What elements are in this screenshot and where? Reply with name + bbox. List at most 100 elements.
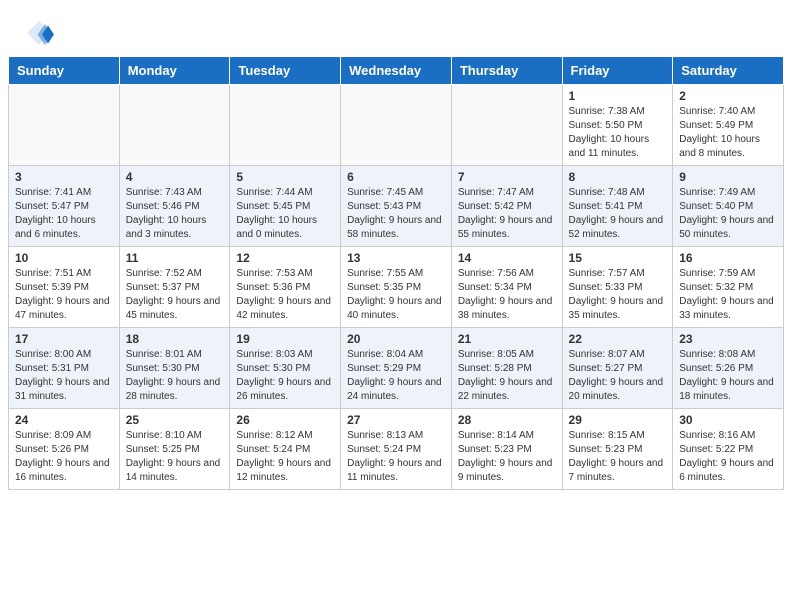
calendar-cell: 11 Sunrise: 7:52 AM Sunset: 5:37 PM Dayli… xyxy=(119,247,230,328)
calendar-cell xyxy=(341,85,452,166)
calendar-cell: 13 Sunrise: 7:55 AM Sunset: 5:35 PM Dayli… xyxy=(341,247,452,328)
day-info: Sunrise: 8:14 AM Sunset: 5:23 PM Dayligh… xyxy=(458,429,556,485)
day-info: Sunrise: 7:40 AM Sunset: 5:49 PM Dayligh… xyxy=(679,105,777,161)
day-header-tuesday: Tuesday xyxy=(230,57,341,85)
calendar-cell: 20Sunrise: 8:04 AM Sunset: 5:29 PM Dayli… xyxy=(341,328,452,409)
logo xyxy=(24,18,58,48)
day-info: Sunrise: 8:12 AM Sunset: 5:24 PM Dayligh… xyxy=(236,429,334,485)
calendar-cell: 21 Sunrise: 8:05 AM Sunset: 5:28 PM Dayli… xyxy=(451,328,562,409)
calendar-cell: 9 Sunrise: 7:49 AM Sunset: 5:40 PM Daylig… xyxy=(673,166,784,247)
day-header-thursday: Thursday xyxy=(451,57,562,85)
day-info: Sunrise: 7:55 AM Sunset: 5:35 PM Dayligh… xyxy=(347,267,445,323)
day-header-wednesday: Wednesday xyxy=(341,57,452,85)
day-number: 15 xyxy=(569,251,667,265)
day-number: 30 xyxy=(679,413,777,427)
day-number: 22 xyxy=(569,332,667,346)
day-header-sunday: Sunday xyxy=(9,57,120,85)
calendar-week-row: 10 Sunrise: 7:51 AM Sunset: 5:39 PM Dayli… xyxy=(9,247,784,328)
day-number: 13 xyxy=(347,251,445,265)
day-info: Sunrise: 8:10 AM Sunset: 5:25 PM Dayligh… xyxy=(126,429,224,485)
day-number: 27 xyxy=(347,413,445,427)
calendar-cell: 8 Sunrise: 7:48 AM Sunset: 5:41 PM Daylig… xyxy=(562,166,673,247)
calendar-week-row: 24Sunrise: 8:09 AM Sunset: 5:26 PM Dayli… xyxy=(9,409,784,490)
day-number: 6 xyxy=(347,170,445,184)
day-info: Sunrise: 7:47 AM Sunset: 5:42 PM Dayligh… xyxy=(458,186,556,242)
day-header-saturday: Saturday xyxy=(673,57,784,85)
day-number: 18 xyxy=(126,332,224,346)
calendar-cell: 29Sunrise: 8:15 AM Sunset: 5:23 PM Dayli… xyxy=(562,409,673,490)
day-info: Sunrise: 7:57 AM Sunset: 5:33 PM Dayligh… xyxy=(569,267,667,323)
calendar-cell: 16 Sunrise: 7:59 AM Sunset: 5:32 PM Dayli… xyxy=(673,247,784,328)
day-number: 19 xyxy=(236,332,334,346)
day-number: 8 xyxy=(569,170,667,184)
calendar-week-row: 17 Sunrise: 8:00 AM Sunset: 5:31 PM Dayli… xyxy=(9,328,784,409)
day-number: 21 xyxy=(458,332,556,346)
day-info: Sunrise: 7:51 AM Sunset: 5:39 PM Dayligh… xyxy=(15,267,113,323)
calendar-cell: 28 Sunrise: 8:14 AM Sunset: 5:23 PM Dayli… xyxy=(451,409,562,490)
logo-icon xyxy=(24,18,54,48)
day-info: Sunrise: 7:52 AM Sunset: 5:37 PM Dayligh… xyxy=(126,267,224,323)
day-info: Sunrise: 7:59 AM Sunset: 5:32 PM Dayligh… xyxy=(679,267,777,323)
calendar-cell: 6 Sunrise: 7:45 AM Sunset: 5:43 PM Daylig… xyxy=(341,166,452,247)
calendar-cell: 10 Sunrise: 7:51 AM Sunset: 5:39 PM Dayli… xyxy=(9,247,120,328)
day-info: Sunrise: 7:41 AM Sunset: 5:47 PM Dayligh… xyxy=(15,186,113,242)
day-info: Sunrise: 7:53 AM Sunset: 5:36 PM Dayligh… xyxy=(236,267,334,323)
day-number: 25 xyxy=(126,413,224,427)
day-info: Sunrise: 8:03 AM Sunset: 5:30 PM Dayligh… xyxy=(236,348,334,404)
day-number: 1 xyxy=(569,89,667,103)
day-number: 4 xyxy=(126,170,224,184)
day-info: Sunrise: 7:49 AM Sunset: 5:40 PM Dayligh… xyxy=(679,186,777,242)
day-number: 5 xyxy=(236,170,334,184)
calendar-cell: 17 Sunrise: 8:00 AM Sunset: 5:31 PM Dayli… xyxy=(9,328,120,409)
day-info: Sunrise: 8:15 AM Sunset: 5:23 PM Dayligh… xyxy=(569,429,667,485)
day-header-monday: Monday xyxy=(119,57,230,85)
day-info: Sunrise: 7:43 AM Sunset: 5:46 PM Dayligh… xyxy=(126,186,224,242)
day-info: Sunrise: 8:13 AM Sunset: 5:24 PM Dayligh… xyxy=(347,429,445,485)
calendar-cell: 25 Sunrise: 8:10 AM Sunset: 5:25 PM Dayli… xyxy=(119,409,230,490)
day-number: 9 xyxy=(679,170,777,184)
day-number: 26 xyxy=(236,413,334,427)
day-info: Sunrise: 7:48 AM Sunset: 5:41 PM Dayligh… xyxy=(569,186,667,242)
calendar-cell: 15 Sunrise: 7:57 AM Sunset: 5:33 PM Dayli… xyxy=(562,247,673,328)
calendar-cell: 4 Sunrise: 7:43 AM Sunset: 5:46 PM Daylig… xyxy=(119,166,230,247)
calendar-cell: 19 Sunrise: 8:03 AM Sunset: 5:30 PM Dayli… xyxy=(230,328,341,409)
day-number: 7 xyxy=(458,170,556,184)
day-number: 3 xyxy=(15,170,113,184)
calendar-table: SundayMondayTuesdayWednesdayThursdayFrid… xyxy=(8,56,784,490)
day-number: 11 xyxy=(126,251,224,265)
day-info: Sunrise: 8:08 AM Sunset: 5:26 PM Dayligh… xyxy=(679,348,777,404)
day-info: Sunrise: 8:16 AM Sunset: 5:22 PM Dayligh… xyxy=(679,429,777,485)
day-info: Sunrise: 7:45 AM Sunset: 5:43 PM Dayligh… xyxy=(347,186,445,242)
calendar-cell: 18Sunrise: 8:01 AM Sunset: 5:30 PM Dayli… xyxy=(119,328,230,409)
calendar-cell: 1 Sunrise: 7:38 AM Sunset: 5:50 PM Daylig… xyxy=(562,85,673,166)
day-info: Sunrise: 7:38 AM Sunset: 5:50 PM Dayligh… xyxy=(569,105,667,161)
day-number: 2 xyxy=(679,89,777,103)
calendar-cell xyxy=(451,85,562,166)
calendar-cell: 27 Sunrise: 8:13 AM Sunset: 5:24 PM Dayli… xyxy=(341,409,452,490)
calendar-cell: 22 Sunrise: 8:07 AM Sunset: 5:27 PM Dayli… xyxy=(562,328,673,409)
day-info: Sunrise: 8:00 AM Sunset: 5:31 PM Dayligh… xyxy=(15,348,113,404)
calendar-cell: 24Sunrise: 8:09 AM Sunset: 5:26 PM Dayli… xyxy=(9,409,120,490)
calendar-cell: 23 Sunrise: 8:08 AM Sunset: 5:26 PM Dayli… xyxy=(673,328,784,409)
day-number: 23 xyxy=(679,332,777,346)
day-number: 20 xyxy=(347,332,445,346)
day-info: Sunrise: 8:07 AM Sunset: 5:27 PM Dayligh… xyxy=(569,348,667,404)
calendar-cell: 2 Sunrise: 7:40 AM Sunset: 5:49 PM Daylig… xyxy=(673,85,784,166)
day-number: 28 xyxy=(458,413,556,427)
day-number: 17 xyxy=(15,332,113,346)
day-info: Sunrise: 8:05 AM Sunset: 5:28 PM Dayligh… xyxy=(458,348,556,404)
calendar-cell: 7 Sunrise: 7:47 AM Sunset: 5:42 PM Daylig… xyxy=(451,166,562,247)
calendar-header-row: SundayMondayTuesdayWednesdayThursdayFrid… xyxy=(9,57,784,85)
day-info: Sunrise: 7:56 AM Sunset: 5:34 PM Dayligh… xyxy=(458,267,556,323)
day-number: 10 xyxy=(15,251,113,265)
page-header xyxy=(0,0,792,56)
calendar-week-row: 1 Sunrise: 7:38 AM Sunset: 5:50 PM Daylig… xyxy=(9,85,784,166)
calendar-cell: 12 Sunrise: 7:53 AM Sunset: 5:36 PM Dayli… xyxy=(230,247,341,328)
calendar-cell xyxy=(9,85,120,166)
day-number: 16 xyxy=(679,251,777,265)
calendar-cell: 14Sunrise: 7:56 AM Sunset: 5:34 PM Dayli… xyxy=(451,247,562,328)
calendar-cell xyxy=(119,85,230,166)
calendar-cell: 26 Sunrise: 8:12 AM Sunset: 5:24 PM Dayli… xyxy=(230,409,341,490)
day-number: 12 xyxy=(236,251,334,265)
calendar-cell xyxy=(230,85,341,166)
